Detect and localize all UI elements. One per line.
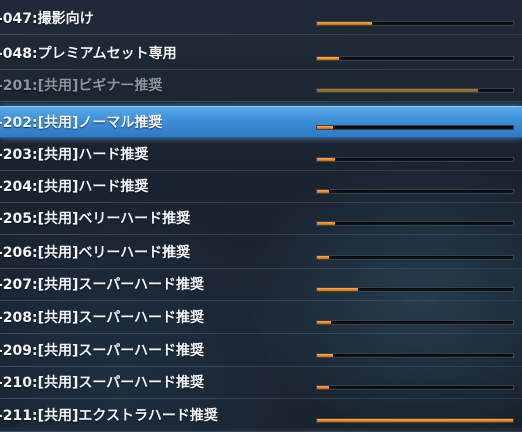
list-item[interactable]: -201:[共用]ビギナー推奨: [0, 70, 522, 102]
list-item-label: -047:撮影向け: [0, 11, 94, 27]
progress-bar-fill: [317, 256, 329, 259]
progress-bar: [316, 287, 514, 292]
progress-bar: [316, 221, 514, 226]
list-item-label: -210:[共用]スーパーハード推奨: [0, 375, 205, 391]
list-item[interactable]: -207:[共用]スーパーハード推奨: [0, 269, 522, 301]
list-item-label: -205:[共用]ベリーハード推奨: [0, 211, 191, 227]
list-item[interactable]: -204:[共用]ハード推奨: [0, 171, 522, 203]
list-item-label: -203:[共用]ハード推奨: [0, 147, 149, 163]
progress-bar-fill: [317, 321, 331, 324]
progress-bar-fill: [317, 419, 513, 422]
list-item[interactable]: -047:撮影向け: [0, 3, 522, 35]
progress-bar-fill: [317, 190, 329, 193]
list-item-label: -206:[共用]ベリーハード推奨: [0, 245, 191, 261]
progress-bar-fill: [317, 386, 329, 389]
list-item[interactable]: -208:[共用]スーパーハード推奨: [0, 302, 522, 334]
list-item-label: -204:[共用]ハード推奨: [0, 179, 149, 195]
list-item-label: -209:[共用]スーパーハード推奨: [0, 343, 205, 359]
list-item[interactable]: -210:[共用]スーパーハード推奨: [0, 367, 522, 399]
progress-bar: [316, 189, 514, 194]
progress-bar-fill: [317, 89, 478, 92]
progress-bar-fill: [317, 288, 359, 291]
list-item[interactable]: -203:[共用]ハード推奨: [0, 139, 522, 171]
list-item-label: -048:プレミアムセット専用: [0, 46, 177, 62]
list-item-label: -201:[共用]ビギナー推奨: [0, 78, 163, 94]
progress-bar: [316, 320, 514, 325]
list-item-label: -211:[共用]エクストラハード推奨: [0, 408, 218, 424]
progress-bar: [316, 157, 514, 162]
progress-bar: [316, 56, 514, 61]
list-item[interactable]: -048:プレミアムセット専用: [0, 38, 522, 70]
list-item[interactable]: -202:[共用]ノーマル推奨: [0, 106, 522, 138]
progress-bar: [316, 88, 514, 93]
list-item-label: -202:[共用]ノーマル推奨: [0, 115, 163, 131]
list-item[interactable]: -206:[共用]ベリーハード推奨: [0, 237, 522, 269]
progress-bar: [316, 255, 514, 260]
progress-bar: [316, 353, 514, 358]
list-item-label: -207:[共用]スーパーハード推奨: [0, 277, 205, 293]
list-item[interactable]: -209:[共用]スーパーハード推奨: [0, 335, 522, 367]
progress-bar-fill: [317, 222, 335, 225]
progress-bar-fill: [317, 126, 333, 129]
list-item-label: -208:[共用]スーパーハード推奨: [0, 310, 205, 326]
progress-bar: [316, 418, 514, 423]
progress-bar-fill: [317, 57, 339, 60]
list-item[interactable]: -205:[共用]ベリーハード推奨: [0, 203, 522, 235]
progress-bar: [316, 385, 514, 390]
list-item[interactable]: -211:[共用]エクストラハード推奨: [0, 400, 522, 432]
progress-bar-fill: [317, 22, 372, 25]
preset-list: -047:撮影向け -048:プレミアムセット専用 -201:[共用]ビギナー推…: [0, 0, 522, 432]
progress-bar-fill: [317, 158, 335, 161]
progress-bar: [316, 21, 514, 26]
progress-bar: [316, 125, 514, 130]
progress-bar-fill: [317, 354, 333, 357]
